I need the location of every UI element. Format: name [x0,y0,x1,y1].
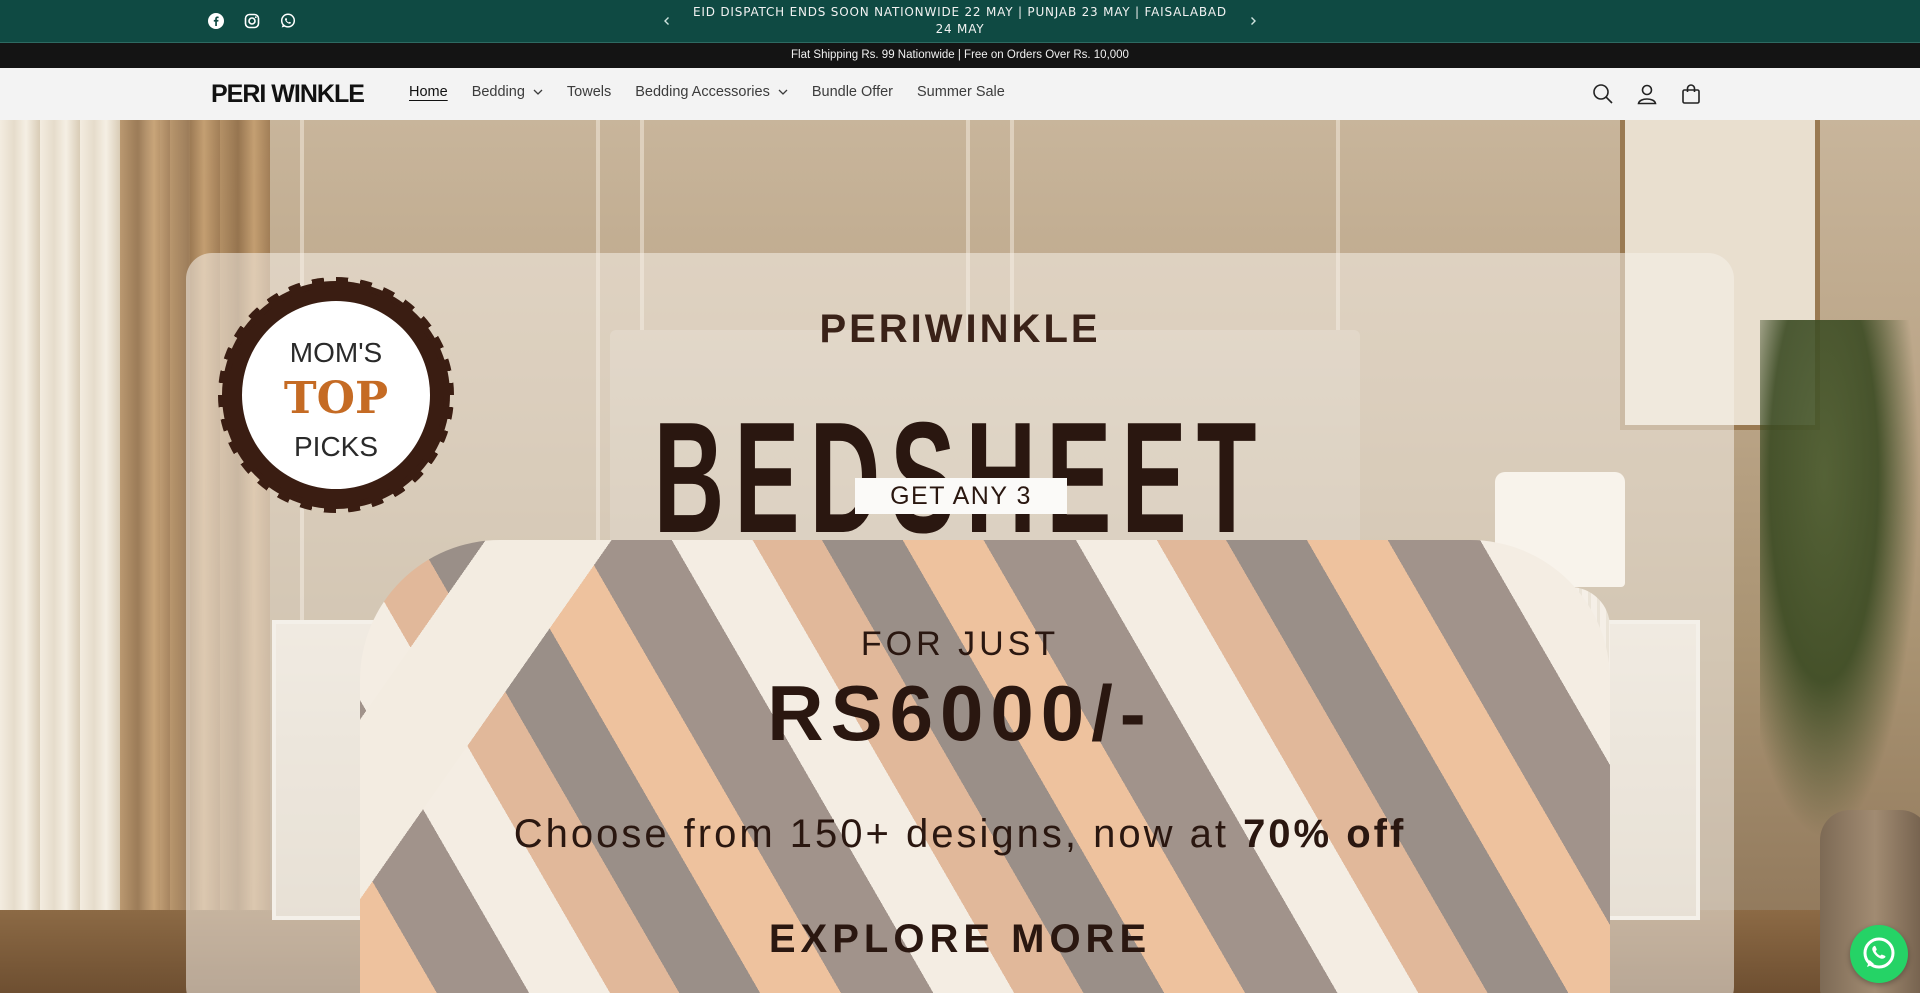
nav-label: Bedding Accessories [635,84,770,100]
announcement-next-button[interactable] [1243,11,1263,31]
nav-label: Home [409,84,448,100]
badge-line-3: PICKS [293,431,379,462]
nav-label: Bundle Offer [811,84,893,100]
site-logo[interactable]: PERI WINKLE [211,80,365,108]
hero-tag: GET ANY 3 [855,478,1067,514]
hero-banner[interactable]: MOM'S TOP PICKS PERIWINKLE BEDSHEET GET … [0,120,1920,993]
site-header: PERI WINKLE Home Bedding Towels Bedding … [0,68,1920,120]
instagram-icon[interactable] [242,11,262,31]
whatsapp-icon[interactable] [278,11,298,31]
announcement-bar: EID DISPATCH ENDS SOON NATIONWIDE 22 MAY… [0,0,1920,42]
nav-label: Summer Sale [917,84,1005,100]
hero-price: RS6000/- [767,669,1153,757]
announcement-text: EID DISPATCH ENDS SOON NATIONWIDE 22 MAY… [693,5,1227,36]
hero-subtext: Choose from 150+ designs, now at 70% off [0,812,1920,857]
nav-item-home[interactable]: Home [409,84,448,100]
main-nav: Home Bedding Towels Bedding Accessories … [409,84,1029,100]
nav-item-summer-sale[interactable]: Summer Sale [917,84,1005,100]
badge-line-1: MOM'S [289,337,383,368]
nav-item-bedding-accessories[interactable]: Bedding Accessories [635,84,788,100]
nav-item-bundle-offer[interactable]: Bundle Offer [812,84,893,100]
account-icon[interactable] [1635,82,1659,106]
cart-icon[interactable] [1679,82,1703,106]
explore-more-button[interactable]: EXPLORE MORE [0,917,1920,962]
social-links [206,11,298,31]
nav-label: Bedding [471,84,525,100]
subtext-discount: 70% off [1243,812,1407,856]
search-icon[interactable] [1591,82,1615,106]
subtext-prefix: Choose from 150+ designs, now at [513,812,1244,856]
whatsapp-chat-button[interactable] [1850,925,1908,983]
hero-for-just: FOR JUST [860,625,1060,663]
chevron-down-icon [778,89,788,95]
nav-label: Towels [566,84,612,100]
facebook-icon[interactable] [206,11,226,31]
badge-line-2: TOP [283,373,389,424]
shipping-bar: Flat Shipping Rs. 99 Nationwide | Free o… [0,43,1920,68]
plant [1760,320,1920,840]
announcement-prev-button[interactable] [657,11,677,31]
whatsapp-icon [1863,937,1895,969]
chevron-down-icon [533,89,543,95]
nav-item-towels[interactable]: Towels [567,84,611,100]
badge-inner: MOM'S TOP PICKS [242,301,430,489]
nav-item-bedding[interactable]: Bedding [472,84,543,100]
